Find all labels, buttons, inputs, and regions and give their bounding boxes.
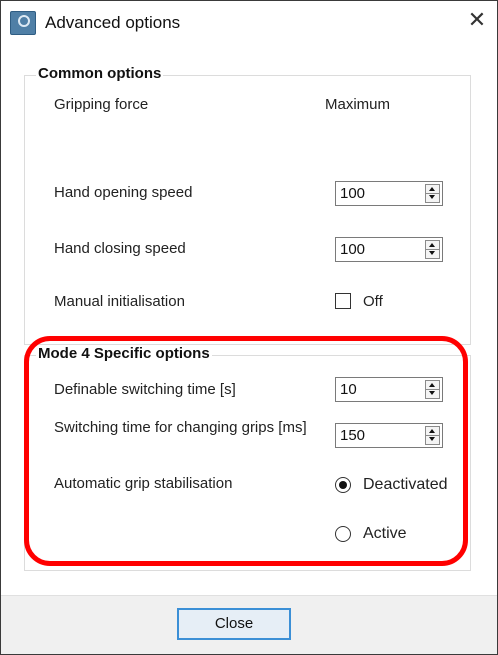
arrow-up-icon <box>429 383 435 387</box>
radio-active-label[interactable]: Active <box>363 525 407 543</box>
hand-closing-speed-label: Hand closing speed <box>54 240 186 257</box>
arrow-down-icon <box>429 391 435 395</box>
decrement-button[interactable] <box>426 193 439 201</box>
common-options-title: Common options <box>36 65 164 83</box>
manual-initialisation-label: Manual initialisation <box>54 293 185 310</box>
close-button[interactable]: Close <box>177 608 291 640</box>
arrow-down-icon <box>429 251 435 255</box>
window-title: Advanced options <box>45 13 181 32</box>
decrement-button[interactable] <box>426 389 439 397</box>
changing-grips-label: Switching time for changing grips [ms] <box>54 419 307 436</box>
grip-stabilisation-label: Automatic grip stabilisation <box>54 475 233 492</box>
arrow-up-icon <box>429 243 435 247</box>
changing-grips-value[interactable]: 150 <box>340 427 365 444</box>
dialog-content: Common options Gripping force Maximum Ha… <box>1 49 497 595</box>
stepper-buttons <box>425 426 440 445</box>
changing-grips-stepper[interactable]: 150 <box>335 423 443 448</box>
decrement-button[interactable] <box>426 249 439 257</box>
arrow-down-icon <box>429 195 435 199</box>
radio-deactivated-label[interactable]: Deactivated <box>363 476 448 494</box>
dialog-footer: Close <box>1 595 497 654</box>
stepper-buttons <box>425 184 440 203</box>
manual-initialisation-checkbox[interactable] <box>335 293 351 309</box>
manual-initialisation-state: Off <box>363 293 383 310</box>
arrow-up-icon <box>429 429 435 433</box>
advanced-options-dialog: Advanced options ✕ Common options Grippi… <box>0 0 498 655</box>
switching-time-stepper[interactable]: 10 <box>335 377 443 402</box>
hand-closing-speed-stepper[interactable]: 100 <box>335 237 443 262</box>
stepper-buttons <box>425 240 440 259</box>
arrow-down-icon <box>429 437 435 441</box>
app-icon <box>10 11 36 35</box>
decrement-button[interactable] <box>426 435 439 443</box>
hand-closing-speed-value[interactable]: 100 <box>340 241 365 258</box>
title-bar: Advanced options ✕ <box>1 1 497 49</box>
hand-opening-speed-stepper[interactable]: 100 <box>335 181 443 206</box>
switching-time-label: Definable switching time [s] <box>54 381 236 398</box>
mode4-options-title: Mode 4 Specific options <box>36 345 212 363</box>
radio-selected-dot <box>339 481 347 489</box>
stepper-buttons <box>425 380 440 399</box>
radio-active[interactable] <box>335 526 351 542</box>
hand-opening-speed-value[interactable]: 100 <box>340 185 365 202</box>
arrow-up-icon <box>429 187 435 191</box>
close-icon[interactable]: ✕ <box>467 10 487 32</box>
hand-opening-speed-label: Hand opening speed <box>54 184 193 201</box>
gripping-force-value: Maximum <box>325 96 391 113</box>
radio-deactivated[interactable] <box>335 477 351 493</box>
gripping-force-label: Gripping force <box>54 96 149 113</box>
switching-time-value[interactable]: 10 <box>340 381 357 398</box>
